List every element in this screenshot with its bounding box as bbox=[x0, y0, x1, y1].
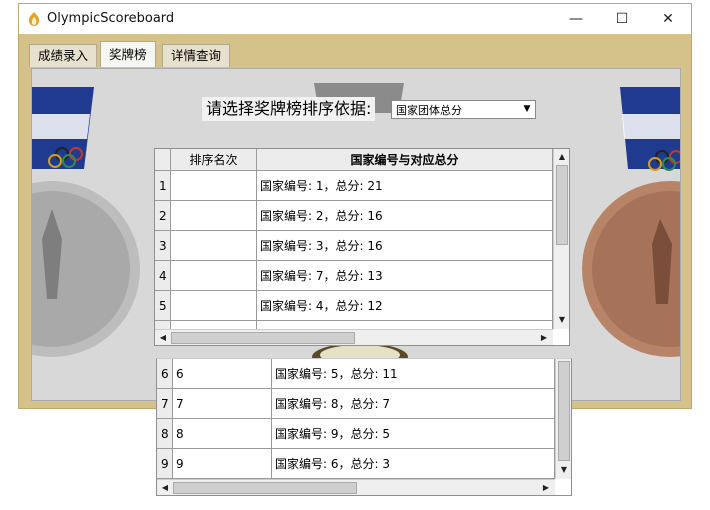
sort-criteria-label: 请选择奖牌榜排序依据: bbox=[202, 97, 376, 121]
scroll-down-icon[interactable]: ▼ bbox=[555, 313, 569, 327]
country-score-cell[interactable]: 国家编号: 6，总分: 3 bbox=[272, 449, 555, 479]
tab-score-entry[interactable]: 成绩录入 bbox=[29, 44, 98, 67]
vertical-scrollbar[interactable]: ▲ ▼ bbox=[553, 149, 569, 329]
horizontal-scroll-thumb[interactable] bbox=[173, 482, 357, 494]
country-score-cell[interactable]: 国家编号: 9，总分: 5 bbox=[272, 419, 555, 449]
title-bar[interactable]: OlympicScoreboard — ☐ ✕ bbox=[19, 4, 691, 34]
row-header[interactable]: 5 bbox=[155, 291, 171, 321]
sort-criteria-select[interactable]: 国家团体总分 ▼ bbox=[391, 100, 536, 119]
chevron-down-icon[interactable]: ▼ bbox=[520, 102, 534, 117]
rank-cell[interactable] bbox=[171, 291, 257, 321]
vertical-scrollbar[interactable]: ▼ bbox=[555, 359, 571, 479]
corner-header bbox=[155, 149, 171, 171]
silver-medal-image bbox=[32, 87, 140, 357]
olympic-flame-icon bbox=[28, 12, 40, 26]
maximize-button[interactable]: ☐ bbox=[599, 4, 645, 34]
tab-detail-query[interactable]: 详情查询 bbox=[162, 44, 231, 67]
row-header[interactable]: 3 bbox=[155, 231, 171, 261]
column-header-rank[interactable]: 排序名次 bbox=[171, 149, 257, 171]
country-score-cell[interactable]: 国家编号: 7，总分: 13 bbox=[257, 261, 553, 291]
bronze-medal-image bbox=[582, 87, 680, 357]
rank-cell[interactable]: 9 bbox=[173, 449, 272, 479]
minimize-button[interactable]: — bbox=[553, 4, 599, 34]
sort-criteria-value: 国家团体总分 bbox=[396, 104, 462, 117]
country-score-cell[interactable]: 国家编号: 3，总分: 16 bbox=[257, 231, 553, 261]
row-header[interactable]: 9 bbox=[157, 449, 173, 479]
country-score-cell[interactable]: 国家编号: 2，总分: 16 bbox=[257, 201, 553, 231]
country-score-cell[interactable]: 国家编号: 1，总分: 21 bbox=[257, 171, 553, 201]
rank-cell[interactable]: 6 bbox=[173, 359, 272, 389]
row-header[interactable]: 2 bbox=[155, 201, 171, 231]
scroll-right-icon[interactable]: ▶ bbox=[537, 331, 551, 345]
rank-cell[interactable] bbox=[171, 261, 257, 291]
row-header[interactable]: 4 bbox=[155, 261, 171, 291]
rank-cell[interactable] bbox=[171, 201, 257, 231]
close-button[interactable]: ✕ bbox=[645, 4, 691, 34]
horizontal-scrollbar[interactable]: ◀ ▶ bbox=[155, 329, 553, 345]
scroll-down-icon[interactable]: ▼ bbox=[557, 463, 571, 477]
rank-cell[interactable] bbox=[171, 171, 257, 201]
scroll-right-icon[interactable]: ▶ bbox=[539, 481, 553, 495]
column-header-country-score[interactable]: 国家编号与对应总分 bbox=[257, 149, 553, 171]
row-header[interactable]: 8 bbox=[157, 419, 173, 449]
country-score-cell[interactable]: 国家编号: 8，总分: 7 bbox=[272, 389, 555, 419]
country-score-cell[interactable]: 国家编号: 4，总分: 12 bbox=[257, 291, 553, 321]
row-header[interactable]: 7 bbox=[157, 389, 173, 419]
vertical-scroll-thumb[interactable] bbox=[558, 361, 570, 461]
rank-cell[interactable]: 7 bbox=[173, 389, 272, 419]
row-header[interactable]: 6 bbox=[157, 359, 173, 389]
ranking-table-upper: 排序名次 国家编号与对应总分 1 国家编号: 1，总分: 21 2 国家编号: … bbox=[154, 148, 570, 346]
horizontal-scroll-thumb[interactable] bbox=[171, 332, 355, 344]
window-title: OlympicScoreboard bbox=[47, 11, 175, 26]
tab-medal-table[interactable]: 奖牌榜 bbox=[100, 41, 156, 67]
rank-cell[interactable]: 8 bbox=[173, 419, 272, 449]
country-score-cell[interactable]: 国家编号: 5，总分: 11 bbox=[272, 359, 555, 389]
vertical-scroll-thumb[interactable] bbox=[556, 165, 568, 245]
scroll-left-icon[interactable]: ◀ bbox=[158, 481, 172, 495]
rank-cell[interactable] bbox=[171, 231, 257, 261]
row-header[interactable]: 1 bbox=[155, 171, 171, 201]
horizontal-scrollbar[interactable]: ◀ ▶ bbox=[157, 479, 555, 495]
scroll-up-icon[interactable]: ▲ bbox=[555, 150, 569, 164]
ranking-table-lower: 6 6 国家编号: 5，总分: 11 7 7 国家编号: 8，总分: 7 8 8… bbox=[156, 358, 572, 496]
scroll-left-icon[interactable]: ◀ bbox=[156, 331, 170, 345]
